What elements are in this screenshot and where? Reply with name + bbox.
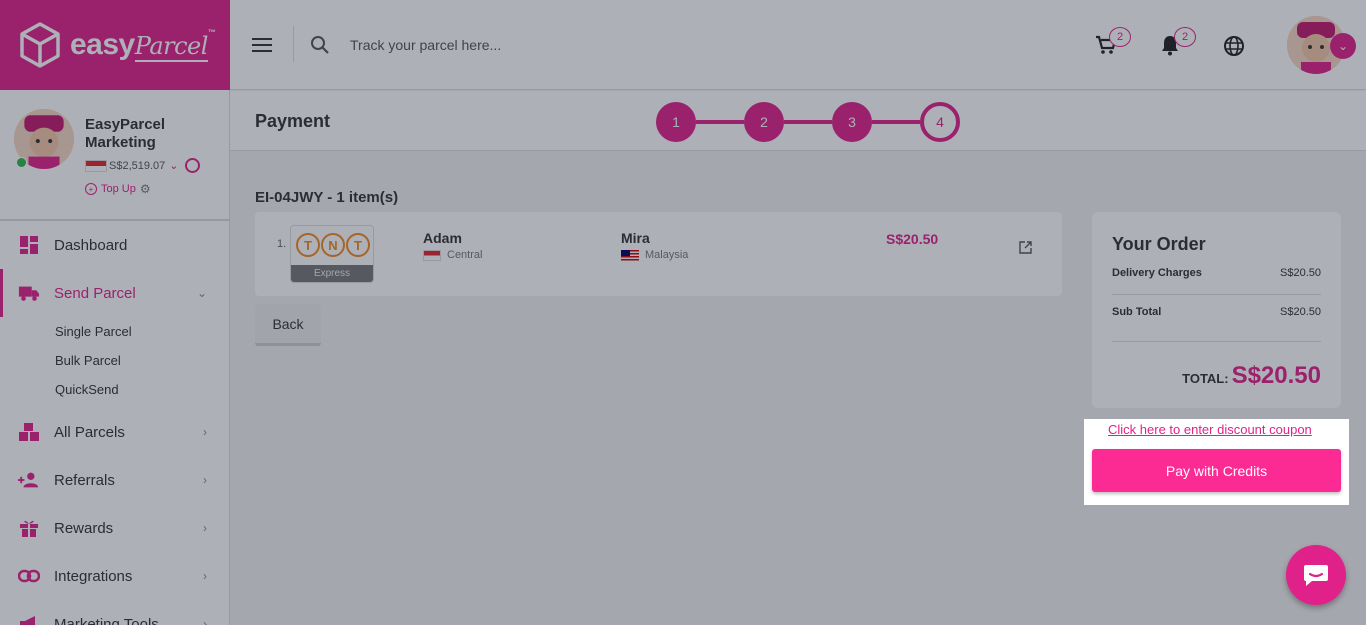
sidebar-item-label: Integrations	[54, 567, 133, 585]
cart-button[interactable]: 2	[1095, 27, 1131, 61]
receiver-location: Malaysia	[645, 249, 689, 261]
total-label: TOTAL:	[1182, 371, 1229, 386]
sidebar-item-label: Referrals	[54, 471, 115, 489]
chevron-right-icon: ›	[203, 569, 207, 583]
receiver-name: Mira	[621, 230, 650, 246]
parcel-row: 1. TNT Express Adam Central Mira Malaysi…	[255, 212, 1062, 296]
box-logo-icon	[20, 22, 60, 68]
megaphone-icon	[18, 613, 40, 625]
topup-link[interactable]: + Top Up ⚙	[85, 182, 151, 196]
profile-name: EasyParcel Marketing	[85, 116, 166, 151]
user-menu-chevron-icon[interactable]: ⌄	[1330, 33, 1356, 59]
step-connector	[872, 120, 920, 124]
parcel-price: S$20.50	[886, 231, 939, 247]
gift-icon	[18, 517, 40, 539]
sender-name: Adam	[423, 230, 462, 246]
chevron-right-icon: ›	[203, 617, 207, 625]
cart-count-badge: 2	[1109, 27, 1131, 47]
chevron-right-icon: ›	[203, 521, 207, 535]
singapore-flag-icon	[423, 249, 441, 261]
dashboard-icon	[18, 234, 40, 256]
menu-toggle-icon[interactable]	[252, 38, 272, 56]
sidebar-item-rewards[interactable]: Rewards ›	[0, 504, 229, 552]
globe-icon	[1224, 36, 1244, 56]
boxes-icon	[18, 421, 40, 443]
brand-name: easyParcel™	[70, 28, 216, 62]
subtotal-row: Sub Total S$20.50	[1112, 306, 1321, 318]
sidebar-item-label: Dashboard	[54, 236, 128, 254]
plus-circle-icon: +	[85, 183, 97, 195]
language-button[interactable]	[1223, 35, 1245, 62]
balance-value: S$2,519.07	[109, 159, 166, 172]
order-id-heading: EI-04JWY - 1 item(s)	[255, 189, 399, 206]
alarm-clock-icon[interactable]	[184, 158, 200, 173]
top-bar: 2 2 ⌄	[230, 0, 1366, 90]
step-1: 1	[656, 102, 696, 142]
brand-logo[interactable]: easyParcel™	[0, 0, 230, 90]
total-row: TOTAL: S$20.50	[1182, 362, 1321, 390]
back-button[interactable]: Back	[255, 304, 321, 346]
delivery-charges-row: Delivery Charges S$20.50	[1112, 267, 1321, 279]
tnt-logo-icon: TNT	[296, 233, 370, 257]
sender-location: Central	[447, 249, 483, 261]
step-2: 2	[744, 102, 784, 142]
singapore-flag-icon	[85, 159, 107, 172]
divider	[1112, 294, 1321, 295]
sidebar-item-send-parcel[interactable]: Send Parcel ⌄	[0, 269, 229, 317]
step-connector	[696, 120, 744, 124]
sidebar-item-label: All Parcels	[54, 423, 125, 441]
sender-info: Adam Central	[423, 230, 482, 261]
topup-label: Top Up	[101, 183, 136, 195]
user-plus-icon	[18, 469, 40, 491]
track-parcel-input[interactable]	[350, 30, 950, 60]
step-3: 3	[832, 102, 872, 142]
sidebar-item-label: Marketing Tools	[54, 615, 159, 625]
parcel-index: 1.	[277, 238, 287, 250]
chevron-right-icon: ›	[203, 473, 207, 487]
submenu-bulk-parcel[interactable]: Bulk Parcel	[0, 346, 229, 375]
credit-balance[interactable]: S$2,519.07 ⌄	[85, 158, 200, 173]
discount-coupon-link[interactable]: Click here to enter discount coupon	[1108, 422, 1312, 437]
malaysia-flag-icon	[621, 249, 639, 261]
page-header: Payment 1 2 3 4	[230, 91, 1366, 151]
sidebar-item-marketing-tools[interactable]: Marketing Tools ›	[0, 600, 229, 625]
page-title: Payment	[255, 111, 331, 131]
gear-icon[interactable]: ⚙	[140, 182, 151, 196]
sidebar-item-integrations[interactable]: Integrations ›	[0, 552, 229, 600]
online-status-dot	[16, 157, 27, 168]
chevron-down-icon: ⌄	[169, 160, 179, 172]
courier-logo: TNT Express	[290, 225, 374, 283]
chevron-right-icon: ›	[203, 425, 207, 439]
send-parcel-submenu: Single Parcel Bulk Parcel QuickSend	[0, 317, 229, 404]
external-link-icon[interactable]	[1019, 241, 1032, 254]
pay-with-credits-button[interactable]: Pay with Credits	[1092, 449, 1341, 492]
sidebar-item-label: Send Parcel	[54, 284, 136, 302]
submenu-single-parcel[interactable]: Single Parcel	[0, 317, 229, 346]
notification-button[interactable]: 2	[1160, 27, 1196, 61]
chat-button[interactable]	[1286, 545, 1346, 605]
divider	[1112, 341, 1321, 342]
total-value: S$20.50	[1231, 362, 1321, 389]
sidebar-item-referrals[interactable]: Referrals ›	[0, 456, 229, 504]
link-icon	[18, 565, 40, 587]
service-type: Express	[291, 265, 373, 282]
sidebar-item-all-parcels[interactable]: All Parcels ›	[0, 408, 229, 456]
order-summary-title: Your Order	[1112, 234, 1206, 254]
search-icon	[311, 36, 329, 54]
step-connector	[784, 120, 832, 124]
checkout-stepper: 1 2 3 4	[656, 102, 960, 142]
step-4-current: 4	[920, 102, 960, 142]
sidebar-item-label: Rewards	[54, 519, 114, 537]
sidebar: EasyParcel Marketing S$2,519.07 ⌄ + Top …	[0, 90, 230, 625]
sidebar-item-dashboard[interactable]: Dashboard	[0, 221, 229, 269]
notification-count-badge: 2	[1174, 27, 1196, 47]
receiver-info: Mira Malaysia	[621, 230, 688, 261]
truck-icon	[18, 282, 40, 304]
order-summary: Your Order Delivery Charges S$20.50 Sub …	[1092, 212, 1341, 408]
divider	[293, 26, 294, 62]
submenu-quicksend[interactable]: QuickSend	[0, 375, 229, 404]
chevron-down-icon: ⌄	[196, 286, 207, 300]
profile-card: EasyParcel Marketing S$2,519.07 ⌄ + Top …	[0, 90, 229, 221]
chat-icon	[1304, 565, 1328, 586]
